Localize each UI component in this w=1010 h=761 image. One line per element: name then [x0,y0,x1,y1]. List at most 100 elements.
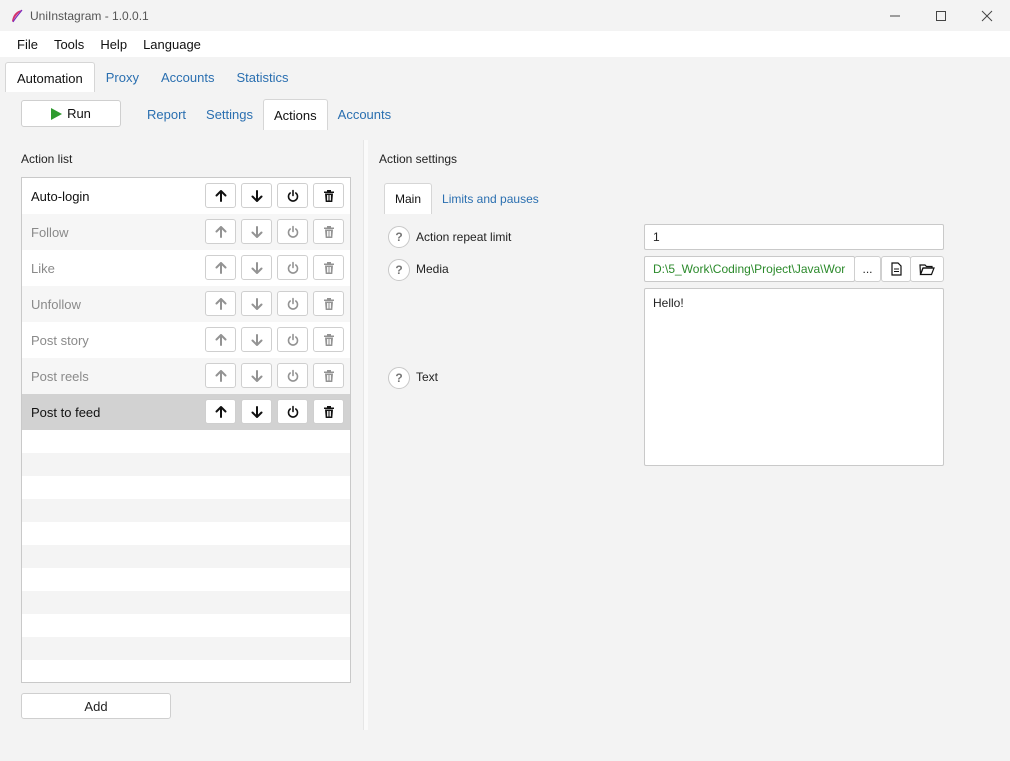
media-help-icon[interactable]: ? [388,259,410,281]
action-list[interactable]: Auto-login Follow Like Unfollow Post story Po… [21,177,351,683]
move-down-button[interactable] [241,255,272,280]
arrow-down-icon [251,261,262,274]
delete-button[interactable] [313,363,344,388]
arrow-down-icon [251,333,262,346]
arrow-down-icon [251,297,262,310]
trash-icon [323,189,334,202]
delete-button[interactable] [313,399,344,424]
power-icon [287,225,298,238]
move-down-button[interactable] [241,183,272,208]
repeat-limit-input[interactable]: 1 [644,224,944,250]
arrow-up-icon [215,405,226,418]
tab-actions[interactable]: Actions [263,99,328,130]
action-row[interactable]: Post reels [22,358,350,394]
panel-splitter[interactable] [363,140,368,730]
delete-button[interactable] [313,291,344,316]
toggle-button[interactable] [277,219,308,244]
move-down-button[interactable] [241,363,272,388]
media-select-file-button[interactable] [881,256,911,282]
menu-tools[interactable]: Tools [46,37,92,52]
toggle-button[interactable] [277,363,308,388]
add-action-button[interactable]: Add [21,693,171,719]
move-up-button[interactable] [205,255,236,280]
move-down-button[interactable] [241,399,272,424]
tab-main[interactable]: Main [384,183,433,214]
empty-list-row [22,522,350,545]
automation-panel: Run Report Settings Actions Accounts Act… [5,92,1005,740]
menu-bar: File Tools Help Language [0,31,1010,57]
empty-list-row [22,568,350,591]
tab-report[interactable]: Report [137,99,196,130]
repeat-limit-label: Action repeat limit [416,230,512,244]
action-row[interactable]: Follow [22,214,350,250]
move-down-button[interactable] [241,291,272,316]
run-label: Run [67,106,91,121]
tab-automation[interactable]: Automation [5,62,95,93]
move-down-button[interactable] [241,327,272,352]
action-row-controls [205,399,344,424]
action-row-label: Post story [31,332,89,348]
trash-icon [323,261,334,274]
tab-settings[interactable]: Settings [196,99,263,130]
move-down-button[interactable] [241,219,272,244]
action-row-label: Follow [31,224,69,240]
delete-button[interactable] [313,255,344,280]
text-help-icon[interactable]: ? [388,367,410,389]
minimize-button[interactable] [872,0,918,31]
media-select-folder-button[interactable] [910,256,944,282]
action-row-controls [205,363,344,388]
delete-button[interactable] [313,327,344,352]
tab-accounts[interactable]: Accounts [150,62,225,93]
sub-tab-bar: Report Settings Actions Accounts [137,98,401,130]
tab-statistics[interactable]: Statistics [225,62,299,93]
empty-list-row [22,430,350,453]
power-icon [287,369,298,382]
close-window-button[interactable] [964,0,1010,31]
toggle-button[interactable] [277,183,308,208]
empty-list-row [22,660,350,682]
arrow-up-icon [215,333,226,346]
run-button[interactable]: Run [21,100,121,127]
action-row[interactable]: Auto-login [22,178,350,214]
action-row[interactable]: Post story [22,322,350,358]
move-up-button[interactable] [205,363,236,388]
action-row[interactable]: Unfollow [22,286,350,322]
maximize-button[interactable] [918,0,964,31]
toggle-button[interactable] [277,399,308,424]
tab-sub-accounts[interactable]: Accounts [328,99,401,130]
menu-file[interactable]: File [9,37,46,52]
move-up-button[interactable] [205,219,236,244]
trash-icon [323,225,334,238]
repeat-limit-help-icon[interactable]: ? [388,226,410,248]
arrow-down-icon [251,225,262,238]
trash-icon [323,369,334,382]
action-list-title: Action list [21,152,73,166]
menu-help[interactable]: Help [92,37,135,52]
move-up-button[interactable] [205,183,236,208]
toggle-button[interactable] [277,255,308,280]
toggle-button[interactable] [277,291,308,316]
action-row[interactable]: Like [22,250,350,286]
move-up-button[interactable] [205,291,236,316]
title-bar: UniInstagram - 1.0.0.1 [0,0,1010,31]
action-row[interactable]: Post to feed [22,394,350,430]
menu-language[interactable]: Language [135,37,209,52]
maximize-icon [936,10,946,21]
delete-button[interactable] [313,183,344,208]
delete-button[interactable] [313,219,344,244]
empty-list-row [22,637,350,660]
text-textarea[interactable]: Hello! [644,288,944,466]
tab-proxy[interactable]: Proxy [95,62,150,93]
toggle-button[interactable] [277,327,308,352]
action-row-controls [205,291,344,316]
media-browse-button[interactable]: ... [854,256,881,282]
move-up-button[interactable] [205,399,236,424]
action-row-label: Post to feed [31,404,101,420]
action-row-controls [205,255,344,280]
empty-list-row [22,614,350,637]
feather-logo-icon [12,9,23,22]
media-path-input[interactable]: D:\5_Work\Coding\Project\Java\Wor [644,256,855,282]
arrow-down-icon [251,405,262,418]
move-up-button[interactable] [205,327,236,352]
tab-limits-and-pauses[interactable]: Limits and pauses [432,183,549,214]
